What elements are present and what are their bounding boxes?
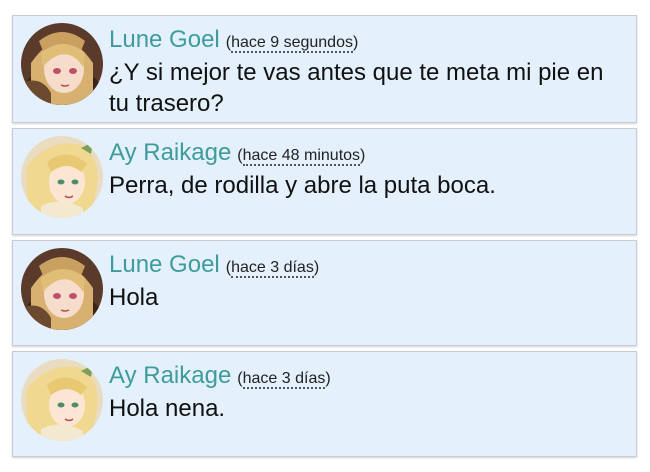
- timestamp-value[interactable]: hace 48 minutos: [242, 147, 361, 166]
- comment-card: Ay Raikage (hace 3 días) Hola nena.: [12, 351, 637, 457]
- message-text: Hola: [109, 284, 159, 311]
- timestamp-value[interactable]: hace 3 días: [231, 259, 314, 278]
- avatar[interactable]: [21, 23, 103, 105]
- avatar[interactable]: [21, 136, 103, 218]
- author-name[interactable]: Lune Goel: [109, 26, 220, 53]
- timestamp: (hace 9 segundos): [225, 34, 359, 53]
- comment-card: Ay Raikage (hace 48 minutos) Perra, de ro…: [12, 128, 637, 235]
- author-name[interactable]: Ay Raikage: [109, 362, 231, 389]
- author-name-row: Ay Raikage (hace 48 minutos): [109, 139, 365, 167]
- comment-card: Lune Goel (hace 9 segundos) ¿Y si mejor t…: [12, 15, 637, 123]
- avatar[interactable]: [21, 248, 103, 330]
- message-text: ¿Y si mejor te vas antes que te meta mi …: [109, 59, 604, 117]
- timestamp: (hace 3 días): [237, 370, 331, 389]
- timestamp: (hace 3 días): [225, 259, 320, 278]
- author-name-row: Lune Goel (hace 9 segundos): [109, 26, 358, 54]
- author-name[interactable]: Lune Goel: [109, 251, 220, 278]
- author-name-row: Ay Raikage (hace 3 días): [109, 362, 331, 390]
- timestamp-value[interactable]: hace 3 días: [242, 370, 326, 389]
- timestamp-value[interactable]: hace 9 segundos: [231, 34, 353, 53]
- comment-feed: Lune Goel (hace 9 segundos) ¿Y si mejor t…: [0, 0, 650, 472]
- author-name-row: Lune Goel (hace 3 días): [109, 251, 319, 279]
- message-text: Hola nena.: [109, 395, 226, 422]
- timestamp: (hace 48 minutos): [237, 147, 366, 166]
- avatar[interactable]: [21, 359, 103, 441]
- comment-card: Lune Goel (hace 3 días) Hola: [12, 240, 637, 346]
- author-name[interactable]: Ay Raikage: [109, 139, 231, 166]
- message-text: Perra, de rodilla y abre la puta boca.: [109, 172, 496, 199]
